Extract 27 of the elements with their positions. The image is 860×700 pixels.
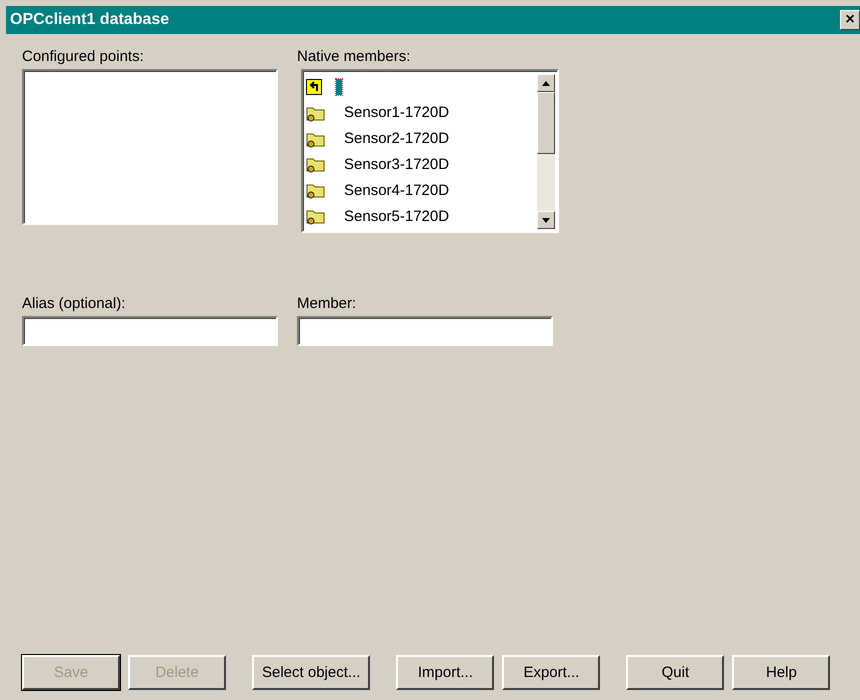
scrollbar[interactable] xyxy=(537,74,555,229)
scroll-down-button[interactable] xyxy=(537,211,555,229)
member-item[interactable]: Sensor5-1720D xyxy=(344,208,450,225)
export-button[interactable]: Export... xyxy=(502,655,600,690)
alias-field[interactable] xyxy=(22,316,278,346)
member-label: Member: xyxy=(297,295,358,312)
native-members-list[interactable]: Sensor1-1720D Sensor2-1720D Sensor3-1720D Sensor4-1720D Sensor5-1720D xyxy=(301,69,559,233)
help-button[interactable]: Help xyxy=(732,655,830,690)
down-arrow-icon xyxy=(542,218,550,222)
import-button[interactable]: Import... xyxy=(396,655,494,690)
configured-points-list[interactable] xyxy=(22,69,278,225)
member-item[interactable]: Sensor1-1720D xyxy=(344,104,450,122)
member-item[interactable]: Sensor2-1720D xyxy=(344,130,450,148)
window-title: OPCclient1 database xyxy=(10,11,170,29)
member-field[interactable] xyxy=(297,316,553,346)
quit-button[interactable]: Quit xyxy=(626,655,724,690)
scroll-up-button[interactable] xyxy=(537,74,555,92)
member-item[interactable]: Sensor3-1720D xyxy=(344,156,450,173)
configured-points-label: Configured points: xyxy=(22,48,145,65)
scroll-thumb[interactable] xyxy=(537,92,555,154)
select-object-button[interactable]: Select object... xyxy=(252,655,370,690)
member-item[interactable]: Sensor4-1720D xyxy=(344,182,450,199)
up-arrow-icon xyxy=(542,80,550,86)
native-members-label: Native members: xyxy=(297,48,412,65)
close-button[interactable]: × xyxy=(840,10,860,30)
up-folder-icon xyxy=(306,78,322,95)
alias-label: Alias (optional): xyxy=(22,295,126,312)
